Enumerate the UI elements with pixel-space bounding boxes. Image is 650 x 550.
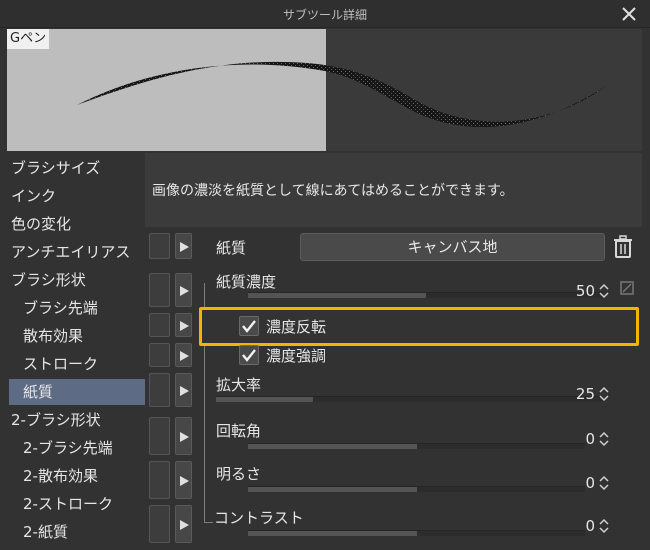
row-toggle-paper[interactable] bbox=[149, 233, 170, 259]
row-expand-brightness[interactable] bbox=[175, 461, 192, 499]
title-bar: サブツール詳細 bbox=[0, 0, 650, 28]
play-arrow-icon bbox=[180, 520, 189, 530]
brightness-slider-fill bbox=[248, 487, 417, 492]
paper-texture-select[interactable]: キャンバス地 bbox=[300, 233, 605, 261]
play-arrow-icon bbox=[180, 242, 189, 252]
category-description: 画像の濃淡を紙質として線にあてはめることができます。 bbox=[145, 153, 642, 227]
row-expand-invert-density[interactable] bbox=[175, 313, 192, 337]
scale-slider-fill bbox=[216, 397, 313, 402]
row-expand-paper-density[interactable] bbox=[175, 273, 192, 307]
spinner-icon[interactable] bbox=[598, 385, 610, 403]
group-connector-end bbox=[204, 522, 213, 523]
emphasize-density-label: 濃度強調 bbox=[266, 347, 327, 365]
rotation-value[interactable]: 0 bbox=[555, 430, 595, 448]
play-arrow-icon bbox=[180, 351, 189, 361]
window-title: サブツール詳細 bbox=[282, 8, 367, 22]
sidebar-item-stroke[interactable]: ストローク bbox=[23, 351, 159, 377]
brightness-label: 明るさ bbox=[216, 465, 262, 483]
sidebar-item-brush-size[interactable]: ブラシサイズ bbox=[11, 155, 147, 181]
contrast-slider[interactable] bbox=[248, 530, 585, 536]
emphasize-density-checkbox[interactable] bbox=[239, 345, 259, 365]
brightness-slider[interactable] bbox=[248, 486, 585, 492]
check-icon bbox=[242, 349, 256, 362]
row-expand-rotation[interactable] bbox=[175, 417, 192, 455]
rotation-slider-fill bbox=[248, 444, 417, 449]
row-toggle-rotation[interactable] bbox=[149, 417, 170, 455]
sidebar-item-color-change[interactable]: 色の変化 bbox=[11, 211, 147, 237]
play-arrow-icon bbox=[180, 476, 189, 486]
sidebar-item-spray[interactable]: 散布効果 bbox=[23, 323, 159, 349]
row-toggle-paper-density[interactable] bbox=[149, 273, 170, 307]
row-toggle-contrast[interactable] bbox=[149, 505, 170, 543]
sidebar-item-2-paper-texture[interactable]: 2-紙質 bbox=[23, 519, 159, 545]
trash-icon[interactable] bbox=[612, 235, 634, 259]
paper-label: 紙質 bbox=[216, 239, 247, 257]
row-toggle-scale[interactable] bbox=[149, 373, 170, 407]
row-expand-contrast[interactable] bbox=[175, 505, 192, 543]
spinner-icon[interactable] bbox=[598, 474, 610, 492]
row-expand-scale[interactable] bbox=[175, 373, 192, 407]
row-expand-paper[interactable] bbox=[175, 233, 192, 259]
check-icon bbox=[242, 320, 256, 333]
row-toggle-invert-density[interactable] bbox=[149, 313, 170, 337]
row-expand-emphasize-density[interactable] bbox=[175, 343, 192, 367]
sidebar-item-2-spray[interactable]: 2-散布効果 bbox=[23, 463, 159, 489]
play-arrow-icon bbox=[180, 386, 189, 396]
sidebar-item-paper-texture[interactable]: 紙質 bbox=[9, 379, 145, 405]
scale-label: 拡大率 bbox=[216, 376, 262, 394]
paper-density-slider-fill bbox=[248, 293, 426, 298]
play-arrow-icon bbox=[180, 321, 189, 331]
sidebar-item-brush-shape[interactable]: ブラシ形状 bbox=[11, 267, 147, 293]
sidebar-item-2-stroke[interactable]: 2-ストローク bbox=[23, 491, 159, 517]
sidebar-item-anti-aliasing[interactable]: アンチエイリアス bbox=[11, 239, 147, 265]
sidebar-item-brush-tip[interactable]: ブラシ先端 bbox=[23, 295, 159, 321]
invert-density-label: 濃度反転 bbox=[266, 318, 327, 336]
row-toggle-brightness[interactable] bbox=[149, 461, 170, 499]
spinner-icon[interactable] bbox=[598, 430, 610, 448]
brightness-value[interactable]: 0 bbox=[555, 474, 595, 492]
sidebar-item-2-brush-tip[interactable]: 2-ブラシ先端 bbox=[23, 435, 159, 461]
brush-name-tag: Gペン bbox=[7, 29, 50, 49]
paper-density-label: 紙質濃度 bbox=[216, 273, 277, 291]
brush-stroke-preview bbox=[77, 61, 607, 128]
contrast-value[interactable]: 0 bbox=[555, 517, 595, 535]
paper-density-value[interactable]: 50 bbox=[555, 282, 595, 300]
spinner-icon[interactable] bbox=[598, 282, 610, 300]
brush-preview: Gペン bbox=[7, 29, 642, 151]
scale-slider[interactable] bbox=[216, 396, 603, 402]
category-sidebar: ブラシサイズ インク 色の変化 アンチエイリアス ブラシ形状 ブラシ先端 散布効… bbox=[7, 153, 145, 550]
scale-value[interactable]: 25 bbox=[555, 385, 595, 403]
rotation-slider[interactable] bbox=[248, 443, 585, 449]
invert-density-checkbox[interactable] bbox=[239, 316, 259, 336]
play-arrow-icon bbox=[180, 432, 189, 442]
spinner-icon[interactable] bbox=[598, 517, 610, 535]
sidebar-item-2-brush-shape[interactable]: 2-ブラシ形状 bbox=[11, 407, 147, 433]
sidebar-item-ink[interactable]: インク bbox=[11, 183, 147, 209]
contrast-label: コントラスト bbox=[214, 509, 304, 527]
rotation-label: 回転角 bbox=[216, 422, 262, 440]
close-icon[interactable] bbox=[618, 3, 640, 25]
paper-density-slider[interactable] bbox=[248, 292, 603, 298]
play-arrow-icon bbox=[180, 286, 189, 296]
pressure-settings-icon[interactable] bbox=[620, 281, 634, 295]
row-toggle-emphasize-density[interactable] bbox=[149, 343, 170, 367]
invert-density-highlight bbox=[199, 307, 639, 346]
contrast-slider-fill bbox=[248, 531, 417, 536]
